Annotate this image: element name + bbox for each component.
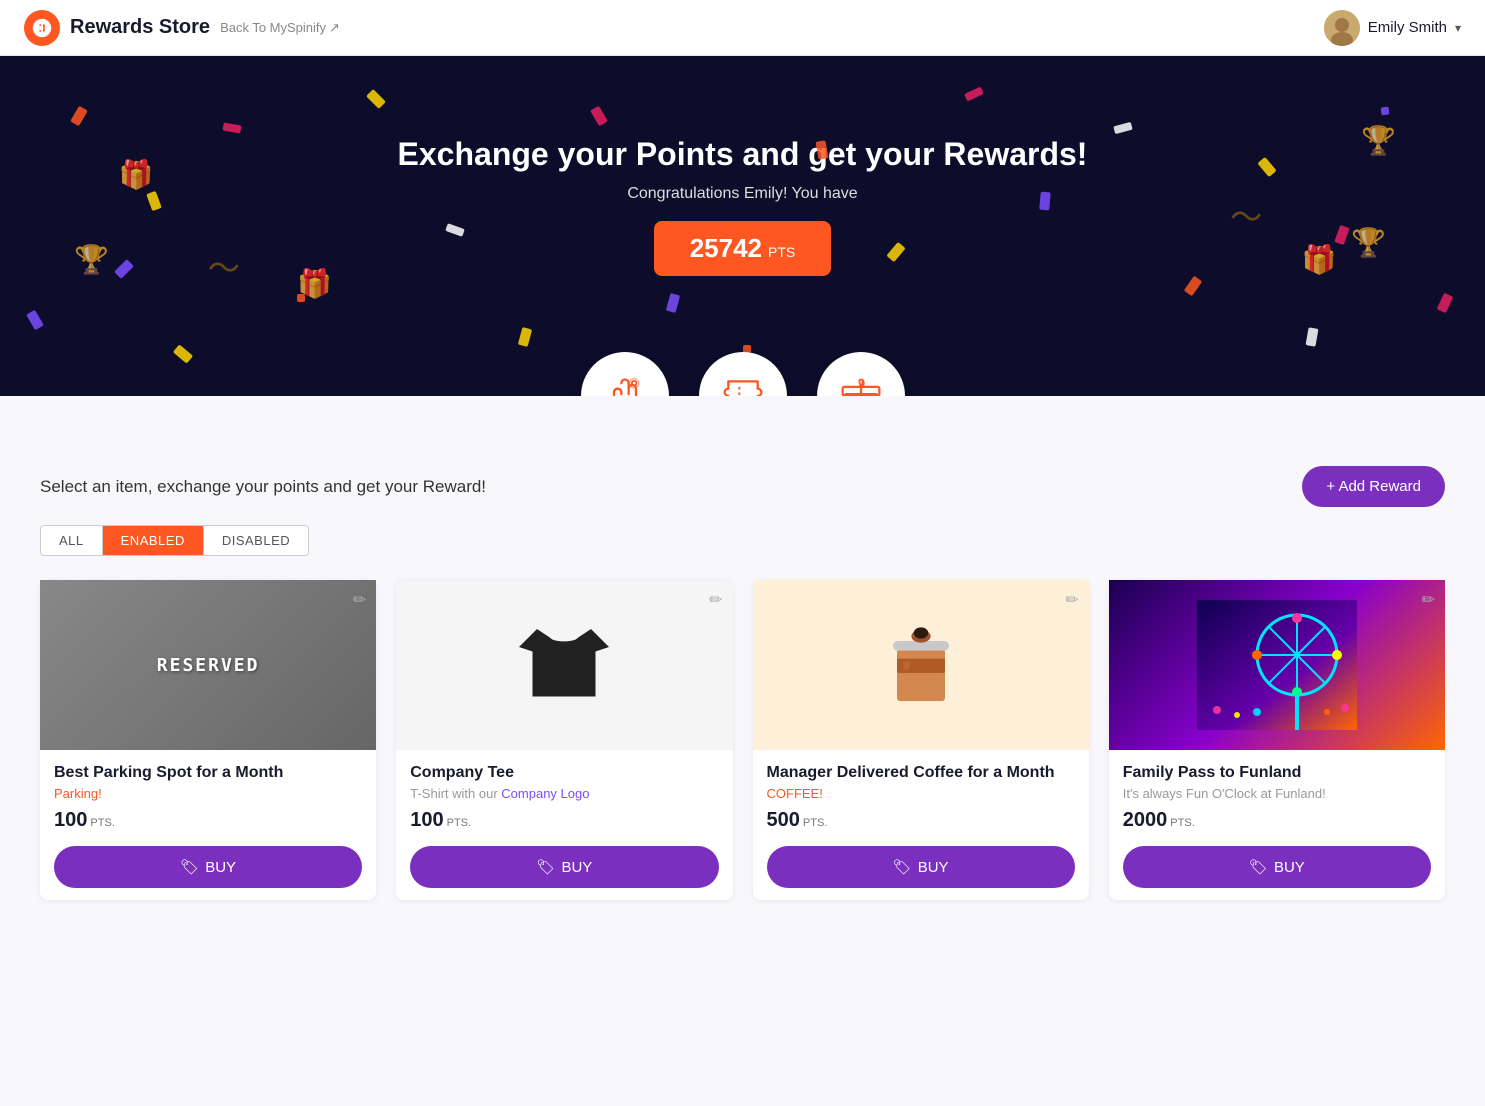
chevron-down-icon: ▾: [1455, 21, 1461, 35]
user-menu[interactable]: Emily Smith ▾: [1324, 10, 1461, 46]
product-card-funland: ✏: [1109, 580, 1445, 900]
product-image-tshirt: [396, 580, 732, 750]
gift-category-icon[interactable]: [817, 352, 905, 396]
filter-enabled[interactable]: ENABLED: [102, 526, 203, 555]
product-card-tshirt: ✏ Company Tee T-Shirt with our Company L…: [396, 580, 732, 900]
hero-subtitle: Congratulations Emily! You have: [627, 185, 857, 203]
product-name-coffee: Manager Delivered Coffee for a Month: [767, 764, 1075, 782]
edit-icon-parking[interactable]: ✏: [353, 590, 366, 610]
buy-button-coffee[interactable]: 🏷 BUY: [767, 846, 1075, 888]
card-body-coffee: Manager Delivered Coffee for a Month COF…: [753, 750, 1089, 900]
swirl-decoration: 〜: [208, 243, 240, 289]
back-link[interactable]: Back To MySpinify ↗: [220, 20, 340, 36]
card-body-parking: Best Parking Spot for a Month Parking! 1…: [40, 750, 376, 900]
product-grid: ✏ RESERVED Best Parking Spot for a Month…: [40, 580, 1445, 900]
hero-title: Exchange your Points and get your Reward…: [398, 136, 1088, 173]
section-description: Select an item, exchange your points and…: [40, 477, 486, 497]
filter-all[interactable]: ALL: [41, 526, 102, 555]
trophy-icon: 🏆: [74, 243, 109, 276]
edit-icon-coffee[interactable]: ✏: [1065, 590, 1078, 610]
swirl-decoration: 〜: [1230, 192, 1262, 238]
card-body-funland: Family Pass to Funland It's always Fun O…: [1109, 750, 1445, 900]
card-body-tshirt: Company Tee T-Shirt with our Company Log…: [396, 750, 732, 900]
filter-disabled[interactable]: DISABLED: [203, 526, 308, 555]
product-points-coffee: 500 PTS.: [767, 809, 1075, 832]
header: Rewards Store Back To MySpinify ↗ Emily …: [0, 0, 1485, 56]
main-content: Select an item, exchange your points and…: [0, 396, 1485, 940]
hero-banner: 🏆 🏆 🏆 🎁 🎁 🎁 〜 〜 Exchange your Points and…: [0, 56, 1485, 396]
app-title: Rewards Store: [70, 16, 210, 39]
product-image-parking: RESERVED: [40, 580, 376, 750]
product-name-funland: Family Pass to Funland: [1123, 764, 1431, 782]
product-category-parking: Parking!: [54, 786, 362, 801]
product-card-coffee: ✏: [753, 580, 1089, 900]
pts-label: PTS: [768, 244, 795, 260]
trophy-icon: 🏆: [1351, 226, 1386, 259]
ticket-category-icon[interactable]: [699, 352, 787, 396]
user-name: Emily Smith: [1368, 19, 1447, 36]
gift-decoration-icon: 🎁: [119, 158, 154, 191]
logo-icon: [24, 10, 60, 46]
product-category-coffee: COFFEE!: [767, 786, 1075, 801]
trophy-icon: 🏆: [1361, 124, 1396, 157]
product-name-parking: Best Parking Spot for a Month: [54, 764, 362, 782]
add-reward-button[interactable]: + Add Reward: [1302, 466, 1445, 507]
category-icons: [581, 352, 905, 396]
gift-decoration-icon: 🎁: [297, 267, 332, 300]
hand-category-icon[interactable]: [581, 352, 669, 396]
points-value: 25742: [690, 233, 762, 264]
buy-button-parking[interactable]: 🏷 BUY: [54, 846, 362, 888]
gift-decoration-icon: 🎁: [1302, 243, 1337, 276]
product-image-coffee: [753, 580, 1089, 750]
header-left: Rewards Store Back To MySpinify ↗: [24, 10, 340, 46]
buy-button-funland[interactable]: 🏷 BUY: [1123, 846, 1431, 888]
product-desc-funland: It's always Fun O'Clock at Funland!: [1123, 786, 1431, 801]
product-desc-tshirt: T-Shirt with our Company Logo: [410, 786, 718, 801]
edit-icon-tshirt[interactable]: ✏: [709, 590, 722, 610]
buy-button-tshirt[interactable]: 🏷 BUY: [410, 846, 718, 888]
product-name-tshirt: Company Tee: [410, 764, 718, 782]
product-points-tshirt: 100 PTS.: [410, 809, 718, 832]
product-points-parking: 100 PTS.: [54, 809, 362, 832]
filter-tabs: ALL ENABLED DISABLED: [40, 525, 309, 556]
points-badge: 25742 PTS: [654, 221, 832, 276]
section-header: Select an item, exchange your points and…: [40, 466, 1445, 507]
product-card-parking: ✏ RESERVED Best Parking Spot for a Month…: [40, 580, 376, 900]
product-points-funland: 2000 PTS.: [1123, 809, 1431, 832]
avatar: [1324, 10, 1360, 46]
edit-icon-funland[interactable]: ✏: [1422, 590, 1435, 610]
product-image-funland: [1109, 580, 1445, 750]
